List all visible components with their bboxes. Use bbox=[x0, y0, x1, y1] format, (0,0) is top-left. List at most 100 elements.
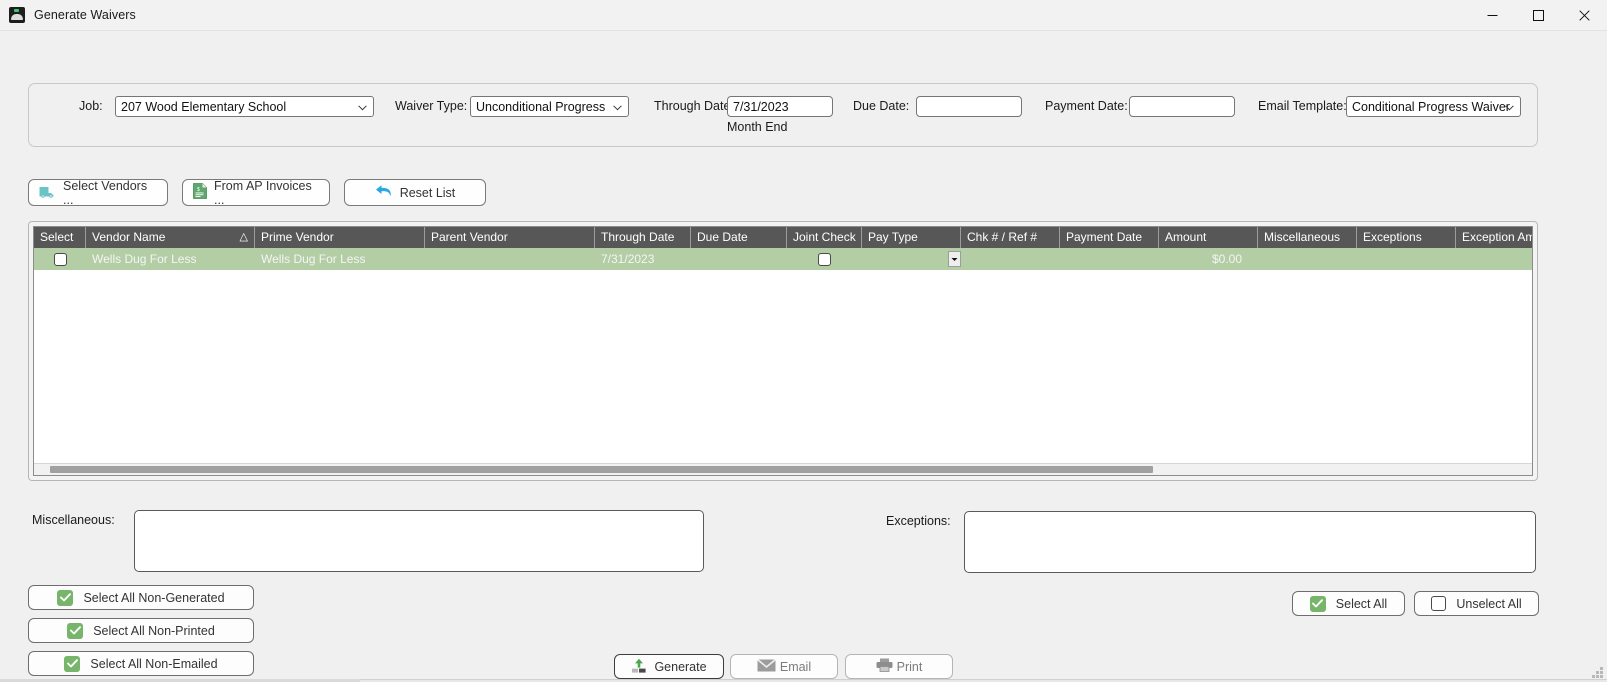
grid-column-header-label: Through Date bbox=[601, 230, 675, 244]
checkbox-checked-icon bbox=[1309, 595, 1326, 612]
window-title: Generate Waivers bbox=[34, 8, 136, 22]
email-template-label: Email Template: bbox=[1258, 99, 1347, 113]
table-cell-exceptions bbox=[1357, 248, 1456, 270]
checkbox-checked-icon bbox=[67, 622, 84, 639]
grid-column-header-label: Amount bbox=[1165, 230, 1207, 244]
exceptions-textarea[interactable] bbox=[964, 511, 1536, 573]
grid-column-header[interactable]: Exceptions bbox=[1357, 227, 1456, 248]
undo-arrow-icon bbox=[375, 184, 393, 201]
envelope-icon bbox=[756, 658, 776, 675]
grid-column-header[interactable]: Due Date bbox=[691, 227, 787, 248]
table-cell-exception-amount bbox=[1456, 248, 1532, 270]
grid-column-header[interactable]: Pay Type bbox=[862, 227, 961, 248]
select-vendors-button[interactable]: Select Vendors ... bbox=[28, 178, 168, 207]
unselect-all-button[interactable]: Unselect All bbox=[1414, 591, 1539, 616]
select-all-button[interactable]: Select All bbox=[1292, 591, 1405, 616]
table-cell-through-date: 7/31/2023 bbox=[601, 252, 655, 266]
grid-column-header-label: Prime Vendor bbox=[261, 230, 334, 244]
select-all-non-emailed-button[interactable]: Select All Non-Emailed bbox=[28, 651, 254, 676]
grid-column-header-label: Exception Amount bbox=[1462, 230, 1532, 244]
payment-date-input[interactable] bbox=[1129, 96, 1235, 117]
table-cell-prime-vendor: Wells Dug For Less bbox=[261, 252, 366, 266]
invoice-document-icon: $ bbox=[193, 183, 207, 202]
chevron-down-icon bbox=[1505, 100, 1514, 114]
grid-column-header[interactable]: Payment Date bbox=[1060, 227, 1159, 248]
grid-horizontal-scrollbar[interactable] bbox=[34, 463, 1532, 475]
close-button[interactable] bbox=[1561, 0, 1607, 31]
from-ap-invoices-label: From AP Invoices ... bbox=[214, 178, 312, 207]
due-date-input[interactable] bbox=[916, 96, 1022, 117]
grid-column-header-label: Pay Type bbox=[868, 230, 918, 244]
from-ap-invoices-button[interactable]: $ From AP Invoices ... bbox=[182, 178, 330, 207]
chevron-down-icon bbox=[358, 100, 367, 114]
grid-column-header[interactable]: Miscellaneous bbox=[1258, 227, 1357, 248]
grid-column-header[interactable]: Vendor Name △ bbox=[86, 227, 255, 248]
miscellaneous-label: Miscellaneous: bbox=[32, 513, 115, 527]
through-date-input[interactable]: 7/31/2023 bbox=[727, 96, 833, 117]
grid-column-header-label: Payment Date bbox=[1066, 230, 1143, 244]
grid-column-header[interactable]: Chk # / Ref # bbox=[961, 227, 1060, 248]
table-row[interactable]: Wells Dug For Less Wells Dug For Less 7/31… bbox=[34, 248, 1532, 270]
joint-check-checkbox[interactable] bbox=[818, 252, 831, 266]
app-logo-icon bbox=[9, 7, 25, 23]
email-template-select[interactable]: Conditional Progress Waiver bbox=[1346, 96, 1521, 117]
minimize-button[interactable] bbox=[1469, 0, 1515, 31]
checkbox-checked-icon bbox=[64, 655, 81, 672]
job-select[interactable]: 207 Wood Elementary School bbox=[115, 96, 374, 117]
checkbox-checked-icon bbox=[57, 589, 74, 606]
through-date-label: Through Date: bbox=[654, 99, 734, 113]
job-select-value: 207 Wood Elementary School bbox=[121, 99, 287, 114]
email-button[interactable]: Email bbox=[730, 654, 838, 679]
checkbox-unchecked-icon bbox=[1431, 596, 1447, 611]
email-template-select-value: Conditional Progress Waiver bbox=[1352, 99, 1510, 114]
print-button[interactable]: Print bbox=[845, 654, 953, 679]
maximize-button[interactable] bbox=[1515, 0, 1561, 31]
window-body: Job: 207 Wood Elementary School Waiver T… bbox=[0, 31, 1607, 682]
grid-column-header[interactable]: Amount bbox=[1159, 227, 1258, 248]
exceptions-label: Exceptions: bbox=[886, 514, 951, 528]
grid-body: Wells Dug For Less Wells Dug For Less 7/31… bbox=[34, 248, 1532, 270]
waiver-grid-panel: Select Vendor Name △ Prime Vendor Parent Ven… bbox=[28, 221, 1538, 481]
grid-column-header-label: Miscellaneous bbox=[1264, 230, 1341, 244]
payment-date-label: Payment Date: bbox=[1045, 99, 1128, 113]
svg-text:$: $ bbox=[197, 187, 200, 193]
grid-column-header[interactable]: Joint Check bbox=[787, 227, 862, 248]
reset-list-label: Reset List bbox=[399, 185, 456, 200]
select-vendors-label: Select Vendors ... bbox=[63, 178, 148, 207]
table-cell-select bbox=[34, 248, 86, 270]
grid-column-header[interactable]: Select bbox=[34, 227, 86, 248]
grid-column-header-label: Chk # / Ref # bbox=[967, 230, 1038, 244]
pay-type-dropdown[interactable] bbox=[948, 251, 961, 267]
select-all-non-generated-label: Select All Non-Generated bbox=[83, 590, 225, 605]
table-cell-parent-vendor bbox=[425, 248, 595, 270]
grid-column-header[interactable]: Through Date bbox=[595, 227, 691, 248]
grid-column-header-label: Exceptions bbox=[1363, 230, 1422, 244]
select-all-non-printed-label: Select All Non-Printed bbox=[93, 623, 215, 638]
select-all-non-generated-button[interactable]: Select All Non-Generated bbox=[28, 585, 254, 610]
select-all-label: Select All bbox=[1335, 596, 1388, 611]
table-cell-amount: $0.00 bbox=[1211, 252, 1242, 266]
table-cell-miscellaneous bbox=[1258, 248, 1357, 270]
truck-icon bbox=[39, 185, 56, 201]
list-actions-toolbar: Select Vendors ... $ From AP Invoices ..… bbox=[28, 178, 486, 207]
grid-column-header[interactable]: Exception Amount bbox=[1456, 227, 1532, 248]
grid-column-header[interactable]: Prime Vendor bbox=[255, 227, 425, 248]
select-all-non-printed-button[interactable]: Select All Non-Printed bbox=[28, 618, 254, 643]
table-cell-payment-date bbox=[1060, 248, 1159, 270]
window-titlebar: Generate Waivers bbox=[0, 0, 1607, 31]
row-select-checkbox[interactable] bbox=[53, 252, 67, 266]
resize-grip[interactable] bbox=[1591, 666, 1603, 678]
waiver-type-select[interactable]: Unconditional Progress bbox=[470, 96, 629, 117]
grid-header-row: Select Vendor Name △ Prime Vendor Parent Ven… bbox=[34, 227, 1532, 248]
grid-column-header-label: Vendor Name bbox=[92, 230, 166, 244]
grid-column-header-label: Parent Vendor bbox=[431, 230, 508, 244]
table-cell-pay-type bbox=[862, 248, 961, 270]
grid-column-header[interactable]: Parent Vendor bbox=[425, 227, 595, 248]
waiver-grid[interactable]: Select Vendor Name △ Prime Vendor Parent Ven… bbox=[33, 226, 1533, 476]
miscellaneous-textarea[interactable] bbox=[134, 510, 704, 572]
filter-panel: Job: 207 Wood Elementary School Waiver T… bbox=[28, 83, 1538, 147]
grid-scrollbar-thumb[interactable] bbox=[50, 466, 1153, 473]
grid-column-header-label: Joint Check bbox=[793, 230, 856, 244]
reset-list-button[interactable]: Reset List bbox=[344, 179, 486, 206]
generate-button[interactable]: Generate bbox=[614, 654, 724, 679]
